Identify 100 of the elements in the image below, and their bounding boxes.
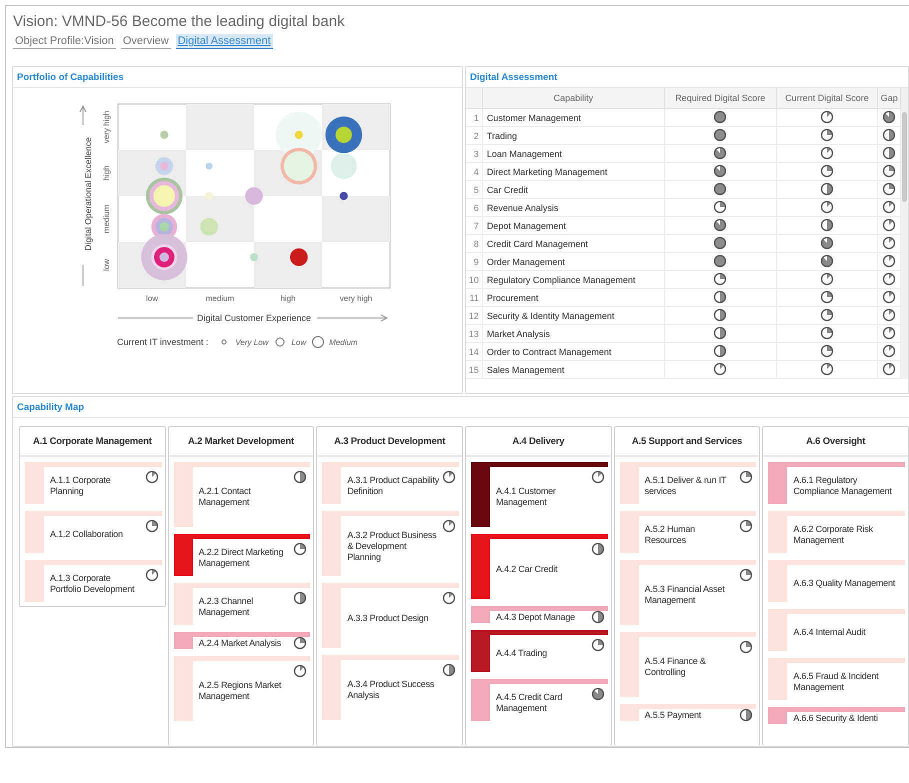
card-label: A.5.5 Payment	[644, 710, 702, 720]
table-cell: Direct Marketing Management	[482, 162, 664, 180]
x-tick-label: medium	[206, 294, 234, 303]
x-tick-label: low	[146, 294, 158, 303]
pie-icon	[820, 254, 834, 268]
panel-title: Digital Assessment	[470, 72, 558, 82]
capability-card[interactable]: A.1.3 Corporate Portfolio Development	[25, 560, 162, 602]
card-label: A.1.1 Corporate Planning	[50, 474, 112, 496]
row-number: 4	[466, 162, 482, 180]
row-number: 14	[466, 342, 482, 360]
y-tick-label: high	[102, 165, 111, 181]
capability-card[interactable]: A.6.3 Quality Management	[768, 560, 905, 602]
pie-icon	[820, 146, 834, 160]
y-tick-label: very high	[102, 110, 111, 144]
capability-card[interactable]: A.4.4 Trading	[471, 630, 608, 672]
capability-card[interactable]: A.5.2 Human Resources	[620, 511, 756, 553]
table-cell: Security & Identity Management	[482, 306, 664, 324]
capability-card[interactable]: A.6.5 Fraud & Incident Management	[768, 658, 905, 700]
capability-card[interactable]: A.5.5 Payment	[620, 704, 756, 721]
pie-icon	[820, 182, 834, 196]
pie-icon	[739, 640, 754, 654]
capability-card[interactable]: A.2.4 Market Analysis	[174, 632, 310, 649]
capability-card[interactable]: A.1.2 Collaboration	[25, 511, 162, 553]
pie-icon	[713, 200, 728, 214]
panel-title: Capability Map	[17, 402, 84, 412]
capability-card[interactable]: A.2.5 Regions Market Management	[174, 656, 310, 721]
pie-icon	[713, 128, 728, 142]
column-header: Required Digital Score	[664, 88, 776, 108]
pie-icon	[144, 470, 159, 484]
pie-icon	[820, 236, 834, 250]
legend-text: Very Low	[235, 338, 268, 346]
capability-card[interactable]: A.6.6 Security & Identi	[768, 707, 905, 724]
pie-icon	[882, 110, 896, 124]
table-cell: Credit Card Management	[482, 234, 664, 252]
pie-icon	[713, 290, 728, 304]
column-title: A.3 Product Development	[334, 436, 446, 446]
row-number: 15	[466, 360, 482, 378]
capability-card[interactable]: A.6.2 Corporate Risk Management	[768, 511, 905, 553]
tab[interactable]: Overview	[120, 34, 171, 49]
pie-icon	[820, 128, 834, 142]
table-cell: Order Management	[482, 252, 664, 270]
table-cell: Customer Management	[482, 108, 664, 126]
legend-text: Low	[291, 338, 306, 346]
capability-card[interactable]: A.6.4 Internal Audit	[768, 609, 905, 651]
pie-icon	[590, 610, 605, 624]
capability-card[interactable]: A.4.1 Customer Management	[471, 462, 608, 527]
capability-card[interactable]: A.2.1 Contact Management	[174, 462, 310, 527]
pie-icon	[442, 470, 456, 484]
pie-icon	[144, 519, 159, 533]
row-number: 13	[466, 324, 482, 342]
pie-icon	[293, 470, 308, 484]
capability-card[interactable]: A.2.2 Direct Marketing Management	[174, 534, 310, 576]
scrollbar[interactable]	[901, 88, 908, 379]
capability-card[interactable]: A.3.4 Product Success Analysis	[322, 655, 459, 720]
pie-icon	[713, 182, 728, 196]
pie-icon	[820, 326, 834, 340]
capability-card[interactable]: A.6.1 Regulatory Compliance Management	[768, 462, 905, 504]
legend-text: Medium	[329, 338, 358, 346]
pie-icon	[713, 362, 728, 376]
pie-icon	[739, 519, 754, 533]
capability-card[interactable]: A.1.1 Corporate Planning	[25, 462, 162, 504]
tab[interactable]: Object Profile:Vision	[13, 34, 116, 49]
capability-card[interactable]: A.3.3 Product Design	[322, 583, 459, 648]
card-label: A.5.3 Financial Asset Management	[644, 584, 726, 606]
pie-icon	[882, 254, 896, 268]
card-label: A.6.1 Regulatory Compliance Management	[793, 474, 893, 496]
card-label: A.1.3 Corporate Portfolio Development	[50, 572, 136, 594]
capability-card[interactable]: A.5.1 Deliver & run IT services	[620, 462, 756, 504]
pie-icon	[882, 164, 896, 178]
card-label: A.3.2 Product Business & Development Planning	[347, 530, 438, 562]
pie-icon	[293, 636, 308, 650]
row-number: 9	[466, 252, 482, 270]
capability-card[interactable]: A.5.4 Finance & Controlling	[620, 632, 756, 697]
row-number: 2	[466, 126, 482, 144]
pie-icon	[882, 362, 896, 376]
pie-icon	[882, 326, 896, 340]
capability-card[interactable]: A.5.3 Financial Asset Management	[620, 560, 756, 625]
page-title: Vision: VMND-56 Become the leading digital bank	[12, 12, 346, 30]
row-number: 8	[466, 234, 482, 252]
capability-card[interactable]: A.2.3 Channel Management	[174, 583, 310, 625]
card-label: A.4.5 Credit Card Management	[496, 692, 564, 714]
capability-card[interactable]: A.3.1 Product Capability Definition	[322, 462, 459, 504]
table-cell: Loan Management	[482, 144, 664, 162]
column-title: A.2 Market Development	[188, 436, 294, 446]
pie-icon	[882, 200, 896, 214]
column-header: Gap	[878, 88, 901, 108]
circle-icon	[312, 336, 324, 348]
card-label: A.1.2 Collaboration	[50, 529, 123, 540]
capability-card[interactable]: A.4.5 Credit Card Management	[471, 679, 608, 721]
capability-card[interactable]: A.3.2 Product Business & Development Planning	[322, 511, 459, 576]
row-number: 12	[466, 306, 482, 324]
capability-card[interactable]: A.4.2 Car Credit	[471, 534, 608, 599]
card-label: A.2.4 Market Analysis	[198, 638, 281, 648]
pie-icon	[820, 110, 834, 124]
y-tick-label: medium	[102, 204, 111, 234]
column-header: Current Digital Score	[776, 88, 878, 108]
pie-icon	[713, 218, 728, 232]
card-label: A.6.3 Quality Management	[793, 578, 896, 589]
card-label: A.5.2 Human Resources	[644, 524, 696, 546]
capability-card[interactable]: A.4.3 Depot Manage	[471, 606, 608, 623]
